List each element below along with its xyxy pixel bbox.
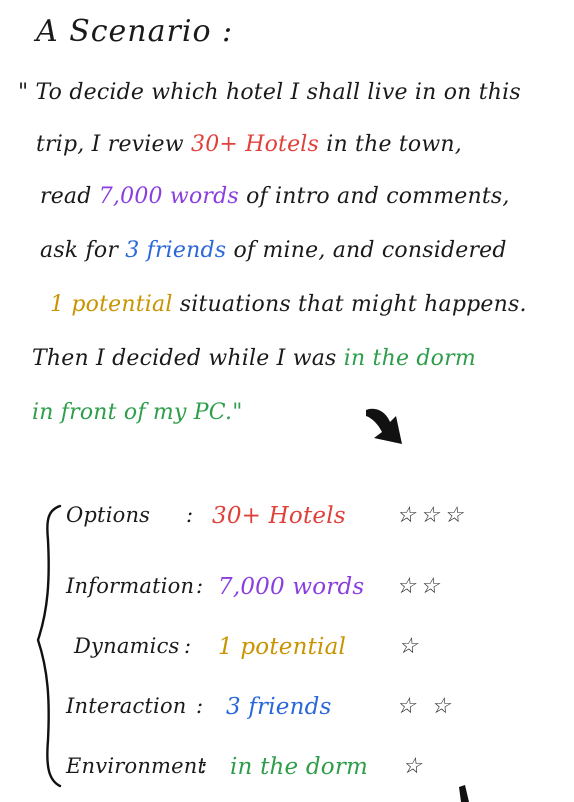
row-label: Environment — [66, 754, 207, 778]
dorm-highlight: in the dorm — [343, 346, 476, 371]
scenario-text: Then I decided while I was — [32, 346, 344, 371]
row-label: Dynamics — [74, 634, 180, 658]
pc-highlight: in front of my PC." — [32, 400, 243, 425]
scenario-line-6: Then I decided while I was in the dorm — [32, 346, 476, 371]
scenario-text: ask for — [40, 238, 126, 263]
row-value: 7,000 words — [218, 574, 365, 600]
row-value: 3 friends — [226, 694, 332, 720]
star-rating: ☆☆ — [396, 574, 444, 599]
page-title: A Scenario : — [36, 14, 234, 49]
potential-highlight: 1 potential — [50, 292, 173, 317]
star-rating: ☆ — [402, 754, 426, 779]
row-label: Information — [66, 574, 195, 598]
scenario-text: of intro and comments, — [238, 184, 510, 209]
scenario-line-4: ask for 3 friends of mine, and considere… — [40, 238, 507, 263]
scenario-line-3: read 7,000 words of intro and comments, — [40, 184, 510, 209]
scenario-line-5: 1 potential situations that might happen… — [50, 292, 527, 317]
scenario-text: read — [40, 184, 99, 209]
scenario-text: " To decide which hotel I shall live in … — [18, 80, 521, 105]
row-value: 30+ Hotels — [212, 503, 346, 529]
curved-arrow-icon — [366, 408, 402, 444]
row-colon: : — [184, 634, 192, 658]
scenario-text: of mine, and considered — [226, 238, 507, 263]
row-colon: : — [196, 574, 204, 598]
scenario-line-7: in front of my PC." — [32, 400, 243, 425]
words-highlight: 7,000 words — [98, 184, 239, 209]
scenario-text: situations that might happens. — [172, 292, 527, 317]
friends-highlight: 3 friends — [125, 238, 227, 263]
row-value: in the dorm — [230, 754, 369, 780]
row-label: Interaction — [66, 694, 187, 718]
left-curly-brace — [36, 504, 62, 788]
scenario-line-1: " To decide which hotel I shall live in … — [18, 80, 521, 105]
star-rating: ☆☆☆ — [396, 503, 468, 528]
row-colon: : — [186, 503, 194, 527]
scenario-text: in the town, — [319, 132, 462, 157]
star-rating: ☆ — [398, 634, 422, 659]
scenario-text: trip, I review — [36, 132, 191, 157]
row-value: 1 potential — [218, 634, 347, 660]
star-rating: ☆ ☆ — [396, 694, 455, 719]
row-colon: : — [200, 754, 208, 778]
scenario-line-2: trip, I review 30+ Hotels in the town, — [36, 132, 462, 157]
ink-mark-icon — [459, 785, 469, 802]
hotels-highlight: 30+ Hotels — [191, 132, 320, 157]
row-colon: : — [196, 694, 204, 718]
row-label: Options — [66, 503, 151, 527]
